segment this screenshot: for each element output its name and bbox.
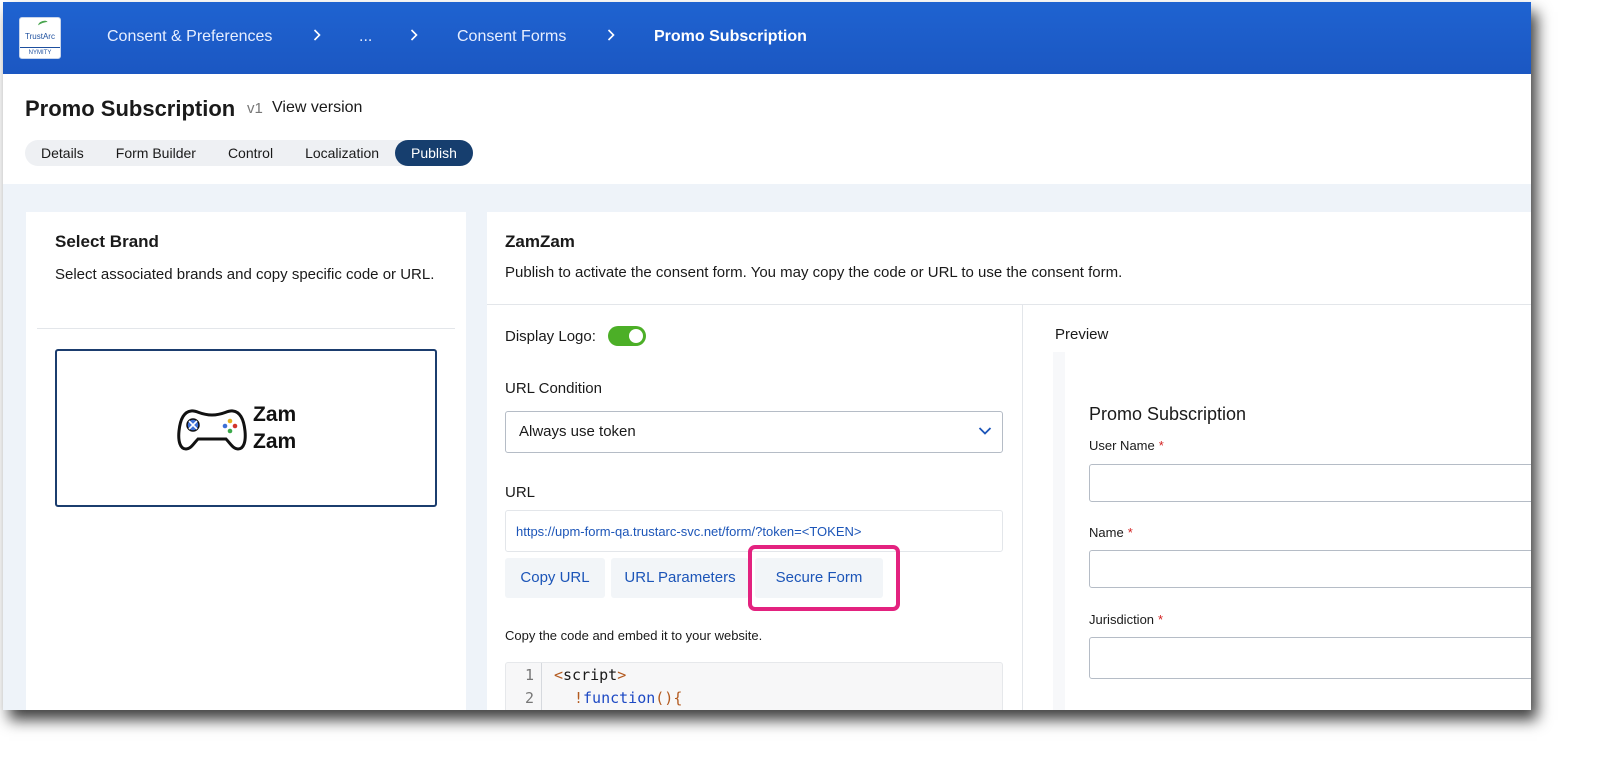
code-token: script — [563, 666, 618, 684]
publish-panel: ZamZam Publish to activate the consent f… — [487, 212, 1531, 710]
logo-subtext: NYMITY — [20, 47, 60, 58]
logo-leaf-icon — [37, 19, 49, 29]
copy-url-button[interactable]: Copy URL — [505, 558, 605, 598]
display-logo-toggle[interactable] — [608, 326, 646, 346]
top-header: TrustArc NYMITY Consent & Preferences ..… — [3, 2, 1531, 74]
logo-text: TrustArc — [25, 32, 55, 41]
brand-card-zamzam[interactable]: Zam Zam — [55, 349, 437, 507]
code-token: > — [617, 666, 627, 684]
chevron-right-icon — [313, 29, 321, 41]
code-token: ! — [574, 689, 584, 707]
highlight-annotation — [748, 545, 900, 611]
field-label-text: Jurisdiction — [1089, 612, 1155, 627]
code-token: function — [583, 689, 656, 707]
code-token: (){ — [655, 689, 683, 707]
required-mark: * — [1158, 612, 1164, 627]
publish-description: Publish to activate the consent form. Yo… — [505, 264, 1123, 281]
tab-bar: Details Form Builder Control Localizatio… — [25, 140, 473, 166]
preview-form: Promo Subscription User Name * Name * Juri… — [1065, 352, 1531, 710]
select-brand-panel: Select Brand Select associated brands an… — [26, 212, 466, 710]
gamepad-icon — [177, 409, 247, 451]
preview-form-title: Promo Subscription — [1089, 404, 1247, 424]
field-label-jurisdiction: Jurisdiction * — [1089, 612, 1163, 627]
embed-code-editor[interactable]: 1 2 <script> !function(){ — [505, 662, 1003, 710]
version-badge: v1 — [247, 100, 263, 117]
code-line: !function(){ — [574, 689, 682, 707]
code-line: <script> — [554, 666, 626, 684]
divider — [1022, 305, 1023, 710]
breadcrumb-consent-forms[interactable]: Consent Forms — [457, 28, 566, 46]
tab-localization[interactable]: Localization — [289, 140, 395, 166]
brand-name-line: Zam — [253, 403, 297, 426]
select-brand-title: Select Brand — [55, 232, 159, 251]
toggle-knob — [629, 329, 643, 343]
url-condition-select[interactable]: Always use token — [505, 411, 1003, 453]
embed-instructions: Copy the code and embed it to your websi… — [505, 628, 763, 643]
page-header: Promo Subscription v1 View version Detai… — [3, 74, 1531, 184]
chevron-right-icon — [410, 29, 418, 41]
line-number: 1 — [524, 666, 534, 684]
page-title: Promo Subscription — [25, 96, 236, 121]
code-token: < — [554, 666, 564, 684]
breadcrumb-consent-preferences[interactable]: Consent & Preferences — [107, 28, 272, 46]
required-mark: * — [1158, 438, 1164, 453]
url-parameters-button[interactable]: URL Parameters — [611, 558, 749, 598]
field-label-user-name: User Name * — [1089, 438, 1164, 453]
url-value: https://upm-form-qa.trustarc-svc.net/for… — [516, 524, 862, 539]
display-logo-label: Display Logo: — [505, 328, 596, 345]
field-label-text: Name — [1089, 525, 1124, 540]
app-window: TrustArc NYMITY Consent & Preferences ..… — [3, 2, 1531, 710]
tab-details[interactable]: Details — [25, 140, 100, 166]
field-label-name: Name * — [1089, 525, 1133, 540]
required-mark: * — [1127, 525, 1133, 540]
field-label-text: User Name — [1089, 438, 1155, 453]
jurisdiction-input[interactable] — [1089, 637, 1531, 679]
line-number: 2 — [524, 689, 534, 707]
tab-form-builder[interactable]: Form Builder — [100, 140, 212, 166]
user-name-input[interactable] — [1089, 464, 1531, 502]
name-input[interactable] — [1089, 550, 1531, 588]
breadcrumb-current: Promo Subscription — [654, 28, 807, 45]
breadcrumb-ellipsis[interactable]: ... — [359, 28, 372, 46]
brand-name-line: Zam — [253, 430, 297, 453]
view-version-link[interactable]: View version — [272, 99, 362, 117]
chevron-right-icon — [607, 29, 615, 41]
preview-label: Preview — [1055, 326, 1109, 343]
chevron-down-icon — [978, 427, 992, 435]
trustarc-logo[interactable]: TrustArc NYMITY — [19, 17, 61, 59]
brand-section-title: ZamZam — [505, 232, 575, 251]
url-condition-label: URL Condition — [505, 380, 602, 397]
line-number-gutter: 1 2 — [506, 663, 542, 710]
preview-panel: Promo Subscription User Name * Name * Juri… — [1053, 352, 1531, 710]
select-brand-description: Select associated brands and copy specif… — [55, 266, 435, 283]
divider — [487, 304, 1531, 305]
brand-name: Zam Zam — [253, 401, 296, 455]
url-condition-value: Always use token — [519, 423, 636, 440]
divider — [37, 328, 455, 329]
tab-control[interactable]: Control — [212, 140, 289, 166]
url-label: URL — [505, 484, 536, 501]
tab-publish[interactable]: Publish — [395, 140, 473, 166]
